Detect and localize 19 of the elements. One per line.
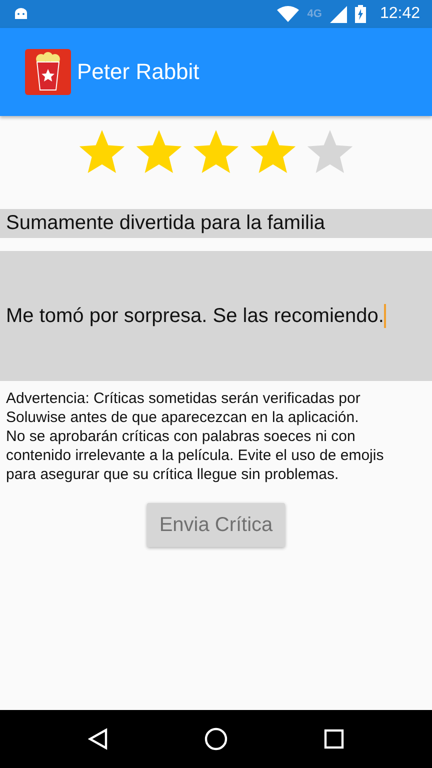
clock: 12:42 — [380, 5, 420, 23]
warning-text: Advertencia: Críticas sometidas serán verificadas por Soluwise antes de que aparecezcan en la aplicación. No se aprobarán críticas con palabras soeces ni con contenido irrelevante a la película. Evite el uso de emojis para asegurar que su crítica llegue sin problemas. — [6, 389, 385, 484]
title-field[interactable]: Sumamente divertida para la familia — [0, 209, 432, 238]
back-icon[interactable] — [88, 728, 108, 750]
popcorn-icon — [25, 49, 71, 95]
android-icon — [14, 8, 28, 20]
star-icon[interactable] — [135, 130, 183, 176]
star-icon[interactable] — [192, 130, 240, 176]
star-icon[interactable] — [249, 130, 297, 176]
review-field[interactable]: Me tomó por sorpresa. Se las recomiendo. — [0, 251, 432, 381]
wifi-icon — [277, 6, 300, 22]
recents-icon[interactable] — [324, 729, 344, 749]
star-icon[interactable] — [306, 130, 354, 176]
home-icon[interactable] — [204, 727, 228, 751]
network-type: 4G — [307, 8, 322, 20]
star-icon[interactable] — [78, 130, 126, 176]
battery-icon — [354, 5, 366, 23]
signal-icon — [330, 6, 347, 22]
app-title: Peter Rabbit — [77, 59, 200, 85]
